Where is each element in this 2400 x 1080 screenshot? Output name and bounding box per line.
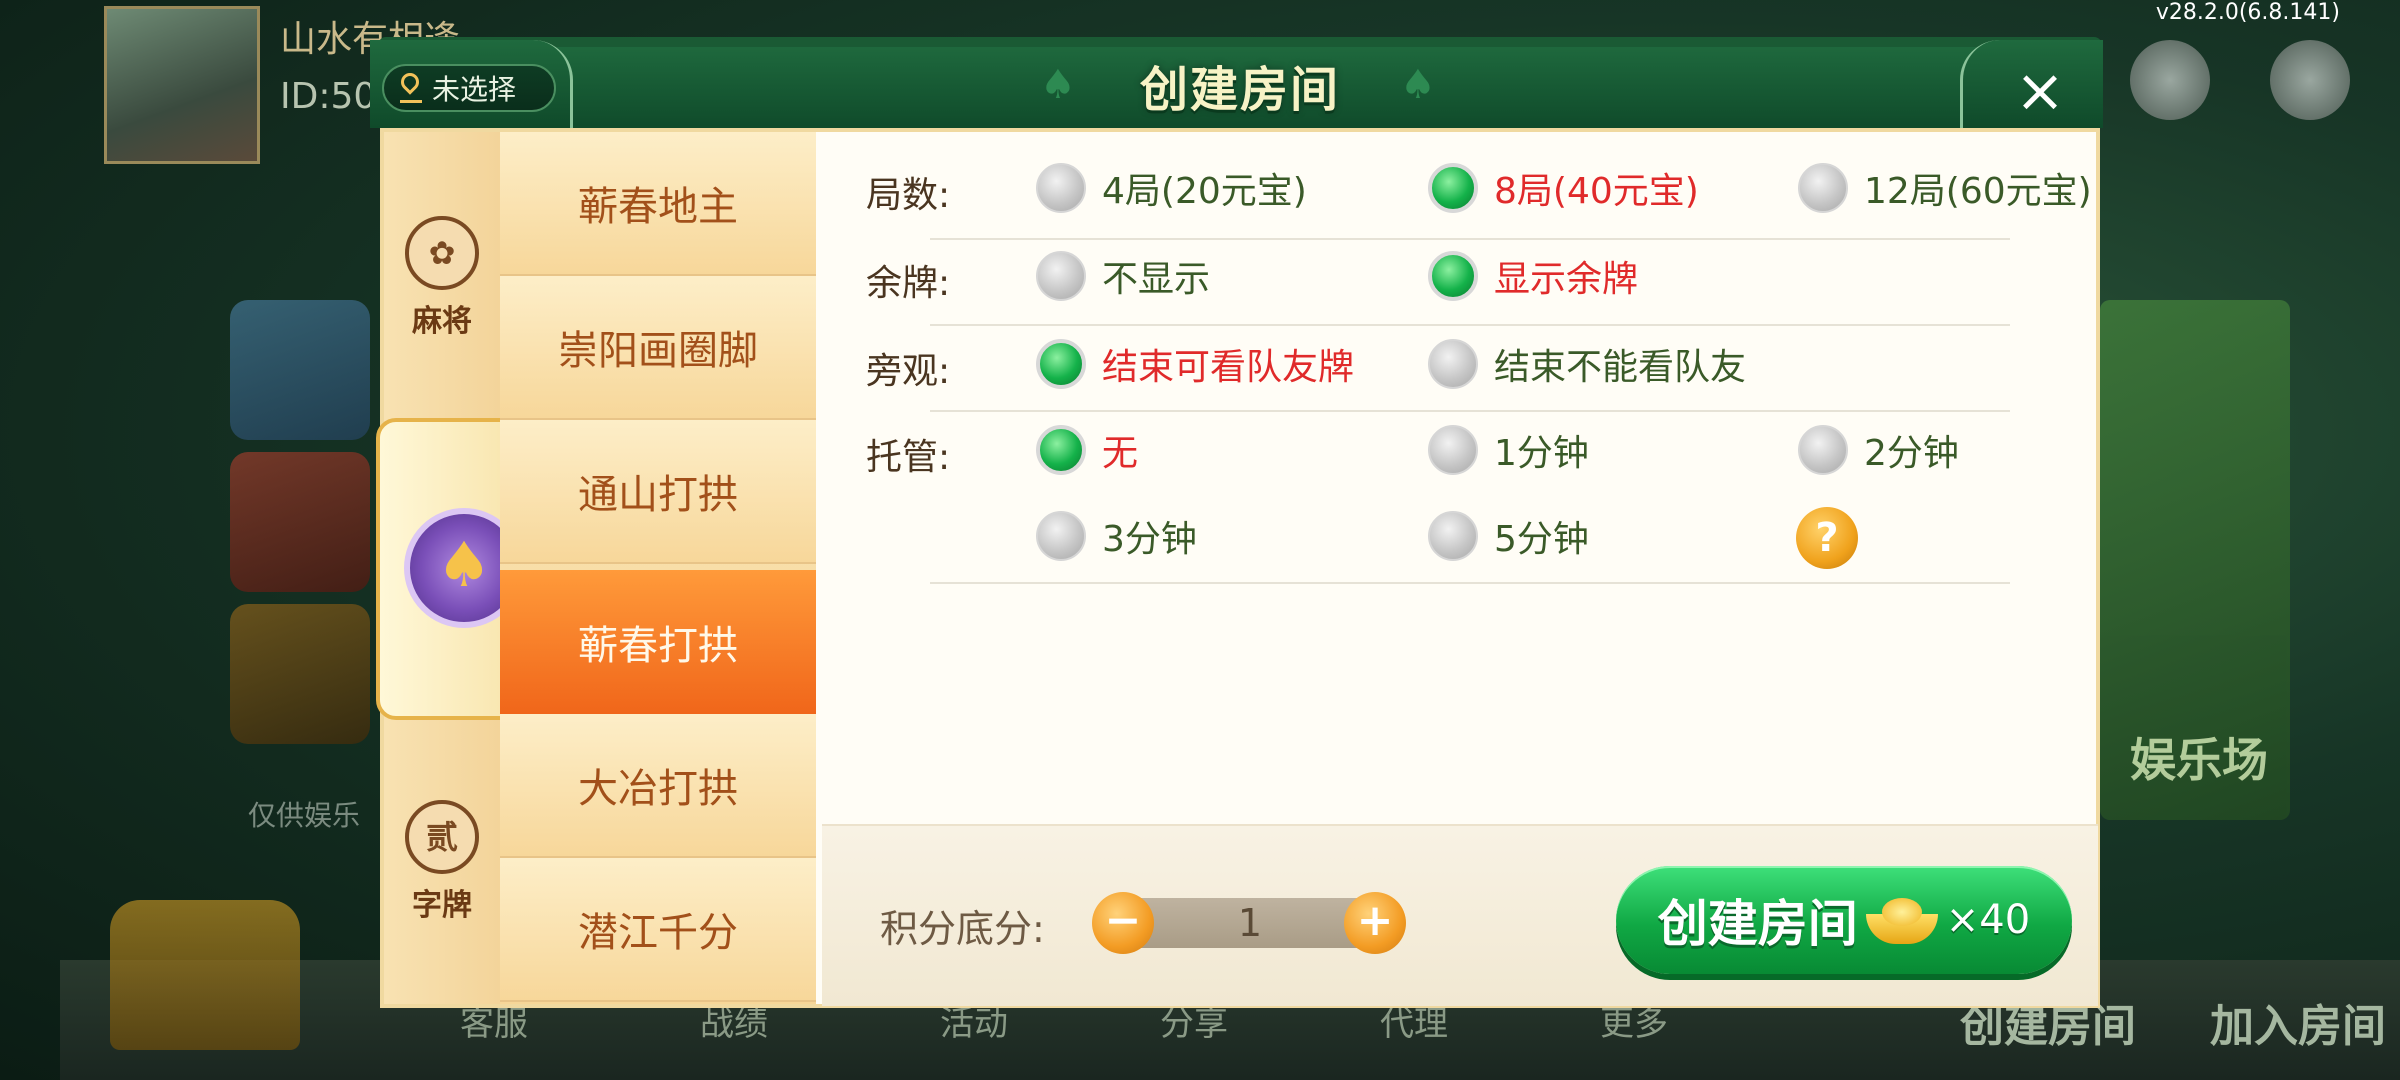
game-item-qichun-dagong[interactable]: 蕲春打拱 [500, 570, 816, 714]
separator [930, 582, 2010, 584]
hosting-option-none[interactable]: 无 [1036, 424, 1138, 476]
mountain-icon[interactable] [2130, 40, 2210, 120]
radio-dot [1428, 511, 1478, 561]
game-item-tongshan[interactable]: 通山打拱 [500, 420, 816, 564]
create-room-label: 创建房间 [1657, 895, 1858, 953]
entertainment-panel[interactable]: 娱乐场 [2100, 300, 2290, 820]
hosting-option-2min[interactable]: 2分钟 [1798, 424, 1959, 476]
decrease-button[interactable]: − [1092, 892, 1154, 954]
remaining-option-hide[interactable]: 不显示 [1036, 250, 1210, 302]
radio-dot [1036, 251, 1086, 301]
hosting-option-1min[interactable]: 1分钟 [1428, 424, 1589, 476]
user-id: ID:50 [280, 76, 377, 117]
radio-dot [1036, 339, 1086, 389]
close-button[interactable]: × [1990, 56, 2090, 126]
location-selector[interactable]: 未选择 [382, 64, 556, 112]
game-shortcut-card[interactable] [230, 604, 370, 744]
rounds-option-12[interactable]: 12局(60元宝) [1798, 162, 2092, 214]
category-zipai-label: 字牌 [412, 888, 472, 923]
rounds-label: 局数: [866, 175, 951, 216]
game-shortcut-card[interactable] [230, 300, 370, 440]
radio-dot [1798, 163, 1848, 213]
create-room-cost: ×40 [1945, 897, 2031, 943]
game-item-daye[interactable]: 大冶打拱 [500, 714, 816, 858]
spectate-label: 旁观: [866, 351, 951, 392]
spectate-option-cannot-see[interactable]: 结束不能看队友 [1428, 338, 1746, 390]
game-item-qichun-dizhu[interactable]: 蕲春地主 [500, 132, 816, 276]
radio-dot [1428, 251, 1478, 301]
radio-dot [1798, 425, 1848, 475]
shop-cart-icon[interactable] [110, 900, 300, 1050]
separator [930, 410, 2010, 412]
gear-icon[interactable] [2270, 40, 2350, 120]
mahjong-icon: ✿ [405, 216, 479, 290]
category-zipai[interactable]: 贰 字牌 [384, 800, 500, 924]
help-icon[interactable]: ? [1796, 507, 1858, 569]
location-label: 未选择 [432, 73, 517, 106]
game-shortcut-card[interactable] [230, 452, 370, 592]
avatar[interactable] [104, 6, 260, 164]
create-room-button[interactable]: 创建房间 ×40 [1616, 866, 2072, 974]
radio-dot [1428, 163, 1478, 213]
radio-dot [1428, 339, 1478, 389]
version-text: v28.2.0(6.8.141) [2155, 0, 2340, 25]
game-item-qianjiang[interactable]: 潜江千分 [500, 858, 816, 1002]
rounds-option-4[interactable]: 4局(20元宝) [1036, 162, 1307, 214]
hosting-label: 托管: [866, 437, 951, 478]
entertainment-notice: 仅供娱乐 [248, 799, 361, 832]
category-mahjong-label: 麻将 [412, 304, 472, 339]
location-pin-icon [400, 73, 422, 103]
radio-dot [1036, 163, 1086, 213]
spectate-option-can-see[interactable]: 结束可看队友牌 [1036, 338, 1354, 390]
rounds-option-8[interactable]: 8局(40元宝) [1428, 162, 1699, 214]
game-item-chongyang[interactable]: 崇阳画圈脚 [500, 276, 816, 420]
hosting-option-3min[interactable]: 3分钟 [1036, 510, 1197, 562]
game-shortcut-list [230, 300, 380, 760]
remaining-label: 余牌: [866, 263, 951, 304]
dialog-title: 创建房间 [1139, 62, 1340, 118]
base-score-label: 积分底分: [880, 907, 1045, 951]
zipai-icon: 贰 [405, 800, 479, 874]
bottom-join-room[interactable]: 加入房间 [2210, 990, 2386, 1054]
gold-ingot-icon [1865, 896, 1938, 944]
radio-dot [1428, 425, 1478, 475]
base-score-value: 1 [1237, 901, 1263, 945]
increase-button[interactable]: + [1344, 892, 1406, 954]
hosting-option-5min[interactable]: 5分钟 [1428, 510, 1589, 562]
entertainment-panel-label: 娱乐场 [2130, 733, 2268, 787]
separator [930, 238, 2010, 240]
radio-dot [1036, 425, 1086, 475]
category-mahjong[interactable]: ✿ 麻将 [384, 216, 500, 340]
remaining-option-show[interactable]: 显示余牌 [1428, 250, 1638, 302]
radio-dot [1036, 511, 1086, 561]
separator [930, 324, 2010, 326]
